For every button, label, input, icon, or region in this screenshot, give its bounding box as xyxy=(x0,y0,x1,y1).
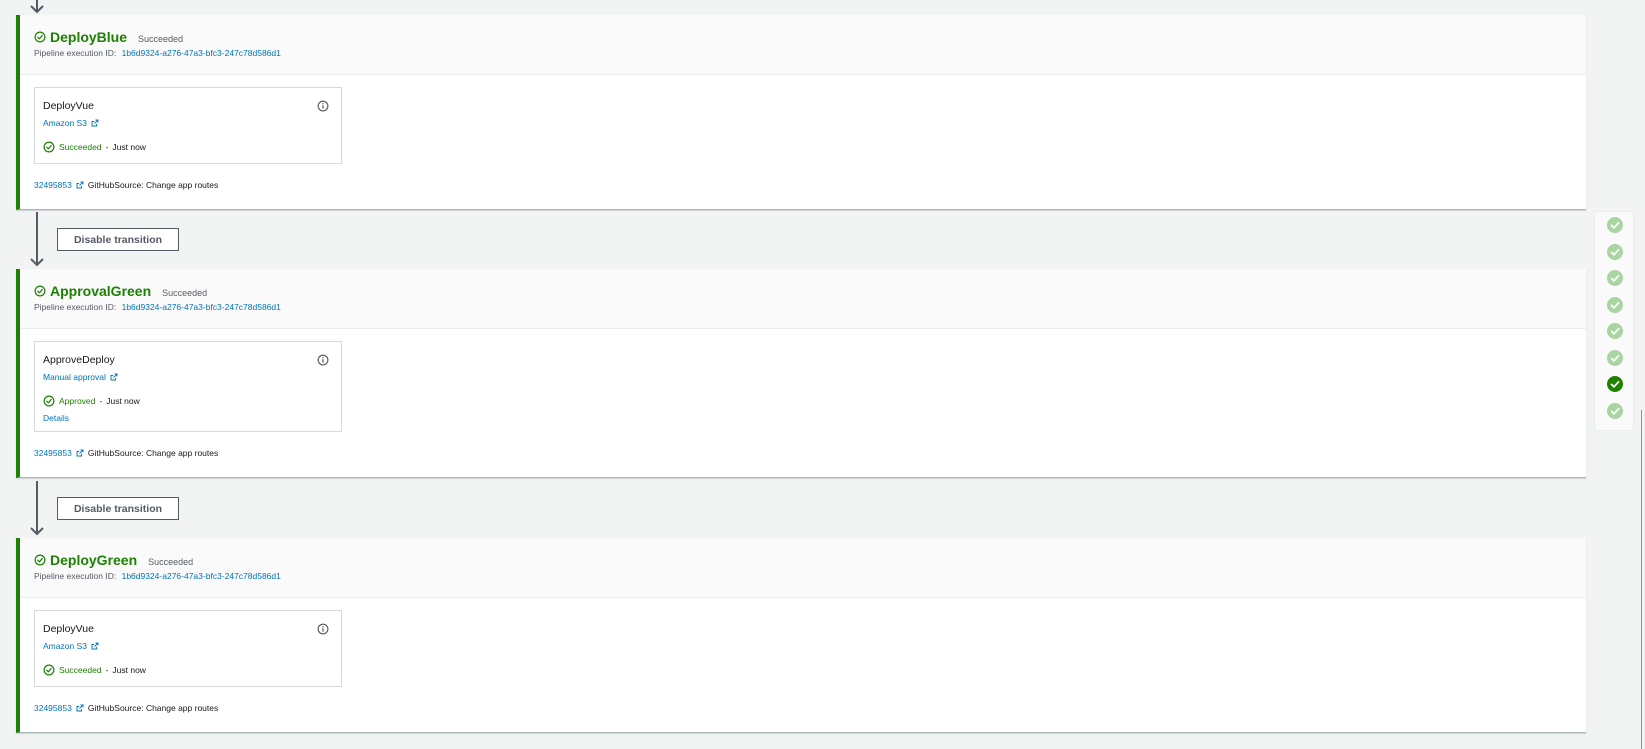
execution-id-row: Pipeline execution ID: 1b6d9324-a276-47a… xyxy=(34,48,1586,58)
stage-navigator-stage-2-check-icon[interactable] xyxy=(1607,243,1623,260)
info-icon[interactable] xyxy=(317,354,329,366)
scrollbar[interactable] xyxy=(1641,410,1642,749)
commit-message: GitHubSource: Change app routes xyxy=(87,180,219,190)
action-provider-link[interactable]: Manual approval xyxy=(43,372,333,382)
commit-row: 32495853 GitHubSource: Change app routes xyxy=(34,180,218,190)
stage-navigator-stage-8-check-icon[interactable] xyxy=(1607,402,1623,419)
execution-id-label: Pipeline execution ID: xyxy=(34,571,117,581)
execution-id-link[interactable]: 1b6d9324-a276-47a3-bfc3-247c78d586d1 xyxy=(122,571,281,581)
stage-header: DeployGreen Succeeded Pipeline execution… xyxy=(20,538,1586,598)
action-card-deployvue: DeployVue Amazon S3 Succeeded - Just now xyxy=(34,610,342,687)
stage-status: Succeeded xyxy=(138,34,184,44)
external-link-icon xyxy=(76,181,84,189)
stage-status: Succeeded xyxy=(148,557,194,567)
success-check-icon xyxy=(43,141,55,153)
external-link-icon xyxy=(76,704,84,712)
action-card-deployvue: DeployVue Amazon S3 Succeeded - Just now xyxy=(34,87,342,164)
commit-message: GitHubSource: Change app routes xyxy=(87,448,219,458)
action-status-row: Succeeded - Just now xyxy=(43,141,333,153)
stage-title: DeployBlue xyxy=(50,29,128,45)
stage-navigator-stage-6-check-icon[interactable] xyxy=(1607,349,1623,366)
stage-navigator xyxy=(1594,211,1634,431)
success-check-icon xyxy=(43,395,55,407)
execution-id-label: Pipeline execution ID: xyxy=(34,302,117,312)
action-card-approvedeploy: ApproveDeploy Manual approval Approved -… xyxy=(34,341,342,432)
execution-id-link[interactable]: 1b6d9324-a276-47a3-bfc3-247c78d586d1 xyxy=(122,48,281,58)
external-link-icon xyxy=(91,119,99,127)
commit-id-link[interactable]: 32495853 xyxy=(34,180,84,190)
action-provider-link[interactable]: Amazon S3 xyxy=(43,641,333,651)
stage-approvalgreen: ApprovalGreen Succeeded Pipeline executi… xyxy=(16,269,1586,478)
commit-id-link[interactable]: 32495853 xyxy=(34,448,84,458)
transition-arrow-icon xyxy=(30,0,44,14)
success-check-icon xyxy=(34,554,46,566)
info-icon[interactable] xyxy=(317,623,329,635)
stage-title: ApprovalGreen xyxy=(50,283,152,299)
action-provider-link[interactable]: Amazon S3 xyxy=(43,118,333,128)
stage-navigator-stage-3-check-icon[interactable] xyxy=(1607,270,1623,286)
status-separator: - xyxy=(99,396,103,406)
status-separator: - xyxy=(105,665,109,675)
transition-arrow-icon xyxy=(30,481,44,536)
success-check-icon xyxy=(43,664,55,676)
success-check-icon xyxy=(34,285,46,297)
commit-row: 32495853 GitHubSource: Change app routes xyxy=(34,703,218,713)
action-status: Approved xyxy=(59,396,96,406)
action-name: DeployVue xyxy=(43,100,94,112)
stage-navigator-stage-5-check-icon[interactable] xyxy=(1607,323,1623,339)
execution-id-row: Pipeline execution ID: 1b6d9324-a276-47a… xyxy=(34,571,1586,581)
stage-navigator-stage-7-check-icon[interactable] xyxy=(1607,376,1623,392)
stage-header: ApprovalGreen Succeeded Pipeline executi… xyxy=(20,269,1586,329)
stage-header: DeployBlue Succeeded Pipeline execution … xyxy=(20,15,1586,75)
external-link-icon xyxy=(110,373,118,381)
stage-status: Succeeded xyxy=(162,288,208,298)
action-provider-label[interactable]: Amazon S3 xyxy=(43,118,87,128)
external-link-icon xyxy=(76,449,84,457)
commit-id[interactable]: 32495853 xyxy=(34,180,72,190)
action-status: Succeeded xyxy=(59,665,102,675)
action-name: DeployVue xyxy=(43,623,94,635)
execution-id-row: Pipeline execution ID: 1b6d9324-a276-47a… xyxy=(34,302,1586,312)
execution-id-link[interactable]: 1b6d9324-a276-47a3-bfc3-247c78d586d1 xyxy=(122,302,281,312)
commit-id[interactable]: 32495853 xyxy=(34,448,72,458)
external-link-icon xyxy=(91,642,99,650)
action-time: Just now xyxy=(112,142,146,152)
disable-transition-button[interactable]: Disable transition xyxy=(57,228,179,251)
commit-message: GitHubSource: Change app routes xyxy=(87,703,219,713)
action-time: Just now xyxy=(112,665,146,675)
stage-deploygreen: DeployGreen Succeeded Pipeline execution… xyxy=(16,538,1586,733)
stage-navigator-stage-4-check-icon[interactable] xyxy=(1607,296,1623,313)
execution-id-label: Pipeline execution ID: xyxy=(34,48,117,58)
transition-arrow-icon xyxy=(30,212,44,267)
details-link[interactable]: Details xyxy=(43,413,333,423)
disable-transition-button[interactable]: Disable transition xyxy=(57,497,179,520)
stage-deployblue: DeployBlue Succeeded Pipeline execution … xyxy=(16,15,1586,210)
action-provider-label[interactable]: Amazon S3 xyxy=(43,641,87,651)
commit-id-link[interactable]: 32495853 xyxy=(34,703,84,713)
stage-title: DeployGreen xyxy=(50,552,138,568)
status-separator: - xyxy=(105,142,109,152)
action-status-row: Approved - Just now xyxy=(43,395,333,407)
action-time: Just now xyxy=(106,396,140,406)
stage-navigator-stage-1-check-icon[interactable] xyxy=(1607,217,1623,233)
action-status: Succeeded xyxy=(59,142,102,152)
action-provider-label[interactable]: Manual approval xyxy=(43,372,106,382)
action-name: ApproveDeploy xyxy=(43,354,115,366)
success-check-icon xyxy=(34,31,46,43)
action-status-row: Succeeded - Just now xyxy=(43,664,333,676)
commit-row: 32495853 GitHubSource: Change app routes xyxy=(34,448,218,458)
info-icon[interactable] xyxy=(317,100,329,112)
commit-id[interactable]: 32495853 xyxy=(34,703,72,713)
